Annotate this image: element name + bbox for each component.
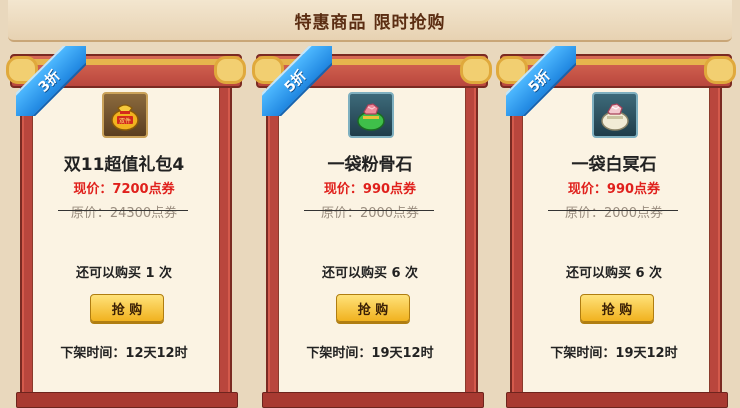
discount-label: 5折 xyxy=(281,67,310,96)
svg-text:双件: 双件 xyxy=(119,117,131,125)
original-price: 原价：2000点券 xyxy=(320,206,420,221)
current-price: 现价：7200点券 xyxy=(73,182,175,197)
card-base xyxy=(16,392,238,408)
offer-card-3: 5折 一袋白冥石 现价：990点券 原价：2000点券 还可以购买 6 次 抢 … xyxy=(496,46,736,408)
card-base xyxy=(506,392,728,408)
purchase-limit: 还可以购买 6 次 xyxy=(565,266,663,281)
discount-label: 5折 xyxy=(525,67,554,96)
discount-ribbon: 3折 xyxy=(16,46,86,116)
strikethrough-line xyxy=(548,210,678,211)
discount-ribbon: 5折 xyxy=(262,46,332,116)
offline-time: 下架时间：19天12时 xyxy=(550,346,678,361)
buy-button[interactable]: 抢 购 xyxy=(90,294,164,322)
lucky-bag-icon[interactable]: 双件 xyxy=(102,92,148,138)
strikethrough-line xyxy=(58,210,188,211)
scroll-curl-right xyxy=(460,56,492,84)
current-price: 现价：990点券 xyxy=(567,182,661,197)
purchase-limit: 还可以购买 1 次 xyxy=(75,266,173,281)
original-price: 原价：2000点券 xyxy=(564,206,664,221)
offer-card-1: 3折 双件 双11超值礼包4 现价：7200点券 原价：24300点券 还可以购… xyxy=(6,46,246,408)
scroll-curl-right xyxy=(214,56,246,84)
purchase-limit: 还可以购买 6 次 xyxy=(321,266,419,281)
page-title: 特惠商品 限时抢购 xyxy=(294,12,446,33)
offline-time: 下架时间：19天12时 xyxy=(306,346,434,361)
offer-card-2: 5折 一袋粉骨石 现价：990点券 原价：2000点券 还可以购买 6 次 抢 … xyxy=(252,46,492,408)
original-price: 原价：24300点券 xyxy=(70,206,178,221)
strikethrough-line xyxy=(304,210,434,211)
scroll-curl-right xyxy=(704,56,736,84)
title-banner: 特惠商品 限时抢购 xyxy=(8,0,732,42)
offline-time: 下架时间：12天12时 xyxy=(60,346,188,361)
card-base xyxy=(262,392,484,408)
item-name: 一袋粉骨石 xyxy=(327,155,413,175)
pink-stone-bag-icon[interactable] xyxy=(348,92,394,138)
item-name: 双11超值礼包4 xyxy=(63,155,185,175)
discount-label: 3折 xyxy=(35,67,64,96)
buy-button[interactable]: 抢 购 xyxy=(336,294,410,322)
white-stone-bag-icon[interactable] xyxy=(592,92,638,138)
current-price: 现价：990点券 xyxy=(323,182,417,197)
buy-button[interactable]: 抢 购 xyxy=(580,294,654,322)
discount-ribbon: 5折 xyxy=(506,46,576,116)
item-name: 一袋白冥石 xyxy=(571,155,657,175)
